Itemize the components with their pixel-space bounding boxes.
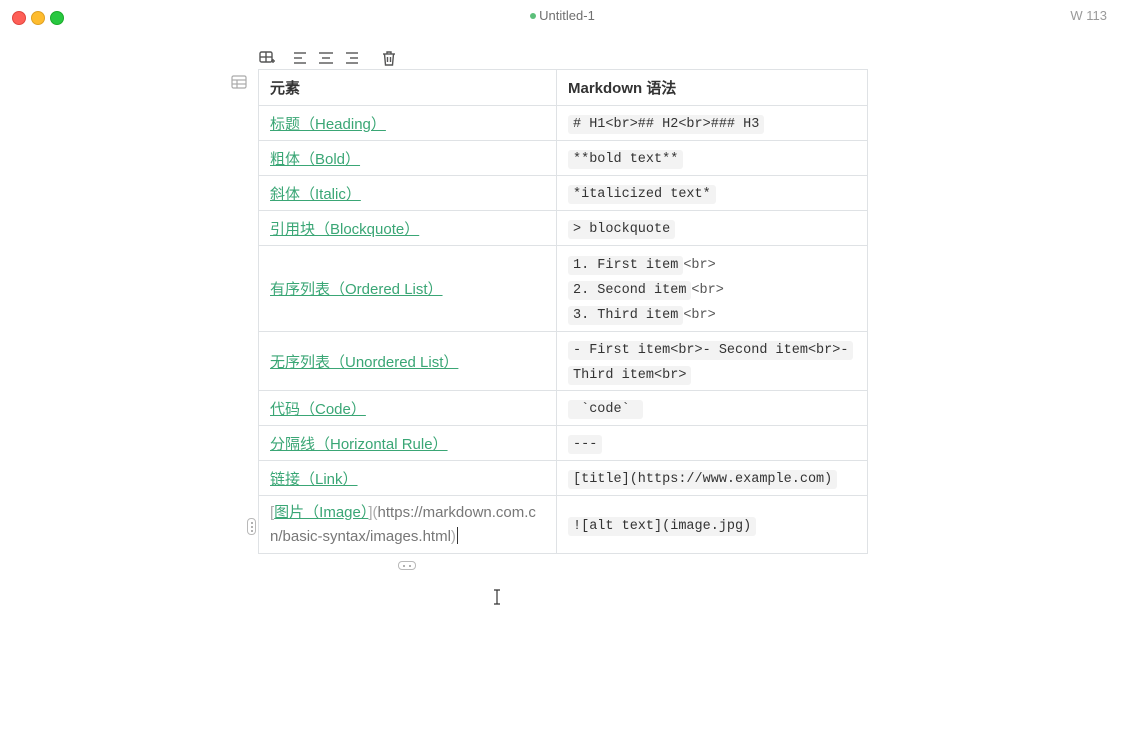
table-cell[interactable]: # H1<br>## H2<br>### H3 [556, 105, 868, 141]
cell-link[interactable]: 标题（Heading） [270, 116, 386, 133]
table-resize-icon[interactable] [258, 49, 276, 67]
table-cell-editing[interactable]: [图片（Image）](https://markdown.com.cn/basi… [258, 495, 557, 554]
syntax-lines: - First item<br>- Second item<br>- Third… [568, 336, 856, 386]
cell-link[interactable]: 分隔线（Horizontal Rule） [270, 436, 448, 453]
table-row: 分隔线（Horizontal Rule） --- [258, 425, 868, 461]
table-row: 有序列表（Ordered List） 1. First item <br> 2. … [258, 245, 868, 332]
cell-link[interactable]: 链接（Link） [270, 471, 358, 488]
table-cell[interactable]: 代码（Code） [258, 390, 557, 426]
syntax-code: `code` [568, 400, 643, 419]
syntax-code: 3. Third item [568, 306, 684, 325]
md-bracket: ]( [368, 503, 378, 521]
table-row: 标题（Heading） # H1<br>## H2<br>### H3 [258, 105, 868, 141]
syntax-code: *italicized text* [568, 185, 716, 204]
table-header-row: 元素 Markdown 语法 [258, 69, 868, 106]
table-cell[interactable]: **bold text** [556, 140, 868, 176]
syntax-code: --- [568, 435, 603, 454]
cell-link[interactable]: 无序列表（Unordered List） [270, 354, 458, 371]
syntax-code: [title](https://www.example.com) [568, 470, 838, 489]
table-cell[interactable]: *italicized text* [556, 175, 868, 211]
table-cell[interactable]: 链接（Link） [258, 460, 557, 496]
header-element[interactable]: 元素 [258, 69, 557, 106]
markdown-table: 元素 Markdown 语法 标题（Heading） # H1<br>## H2… [258, 69, 868, 554]
align-center-icon[interactable] [317, 49, 335, 67]
word-count[interactable]: W 113 [1070, 8, 1107, 23]
syntax-line: 3. Third item <br> [568, 301, 856, 326]
br-tag: <br> [683, 308, 716, 323]
table-cell[interactable]: 有序列表（Ordered List） [258, 245, 557, 332]
syntax-code: - First item<br>- Second item<br>- [568, 341, 854, 360]
table-cell[interactable]: `code` [556, 390, 868, 426]
syntax-lines: 1. First item <br> 2. Second item <br> 3. … [568, 251, 856, 326]
table-row: 代码（Code） `code` [258, 390, 868, 426]
table-cell[interactable]: --- [556, 425, 868, 461]
title-bar: Untitled-1 W 113 [0, 0, 1125, 32]
table-cell[interactable]: 粗体（Bold） [258, 140, 557, 176]
syntax-line: 1. First item <br> [568, 251, 856, 276]
table-cell[interactable]: 无序列表（Unordered List） [258, 331, 557, 391]
md-bracket: ) [450, 527, 456, 545]
header-syntax[interactable]: Markdown 语法 [556, 69, 868, 106]
document-title: Untitled-1 [0, 8, 1125, 23]
text-caret [456, 526, 459, 544]
table-menu-icon[interactable] [231, 75, 247, 89]
table-cell[interactable]: 标题（Heading） [258, 105, 557, 141]
syntax-code: 1. First item [568, 256, 684, 275]
table-row: 链接（Link） [title](https://www.example.com… [258, 460, 868, 496]
syntax-code: > blockquote [568, 220, 676, 239]
table-cell[interactable]: 斜体（Italic） [258, 175, 557, 211]
table-cell[interactable]: - First item<br>- Second item<br>- Third… [556, 331, 868, 391]
syntax-code: # H1<br>## H2<br>### H3 [568, 115, 765, 134]
table-row: 无序列表（Unordered List） - First item<br>- S… [258, 331, 868, 391]
align-right-icon[interactable] [342, 49, 360, 67]
cell-link[interactable]: 图片（Image） [274, 504, 368, 521]
cell-link[interactable]: 斜体（Italic） [270, 186, 361, 203]
table-row: 粗体（Bold） **bold text** [258, 140, 868, 176]
table-row: 引用块（Blockquote） > blockquote [258, 210, 868, 246]
syntax-line: - First item<br>- Second item<br>- [568, 336, 856, 361]
row-drag-handle[interactable] [247, 518, 256, 535]
cell-link[interactable]: 引用块（Blockquote） [270, 221, 419, 238]
syntax-line: 2. Second item <br> [568, 276, 856, 301]
cell-link[interactable]: 代码（Code） [270, 401, 366, 418]
table-row: 斜体（Italic） *italicized text* [258, 175, 868, 211]
table-cell[interactable]: 引用块（Blockquote） [258, 210, 557, 246]
ibeam-cursor-icon [491, 589, 503, 605]
delete-table-icon[interactable] [380, 49, 398, 67]
unsaved-indicator-icon [530, 13, 537, 19]
syntax-code: **bold text** [568, 150, 684, 169]
table-row-editing: [图片（Image）](https://markdown.com.cn/basi… [258, 495, 868, 554]
syntax-code: 2. Second item [568, 281, 692, 300]
syntax-code: Third item<br> [568, 366, 692, 385]
br-tag: <br> [691, 283, 724, 298]
cell-link[interactable]: 粗体（Bold） [270, 151, 360, 168]
table-cell[interactable]: 分隔线（Horizontal Rule） [258, 425, 557, 461]
syntax-line: Third item<br> [568, 361, 856, 386]
align-left-icon[interactable] [292, 49, 310, 67]
table-cell[interactable]: ![alt text](image.jpg) [556, 495, 868, 554]
syntax-code: ![alt text](image.jpg) [568, 516, 757, 536]
table-cell[interactable]: 1. First item <br> 2. Second item <br> 3. … [556, 245, 868, 332]
br-tag: <br> [683, 258, 716, 273]
table-cell[interactable]: [title](https://www.example.com) [556, 460, 868, 496]
column-drag-handle[interactable] [398, 561, 416, 570]
cell-link[interactable]: 有序列表（Ordered List） [270, 281, 443, 298]
table-cell[interactable]: > blockquote [556, 210, 868, 246]
